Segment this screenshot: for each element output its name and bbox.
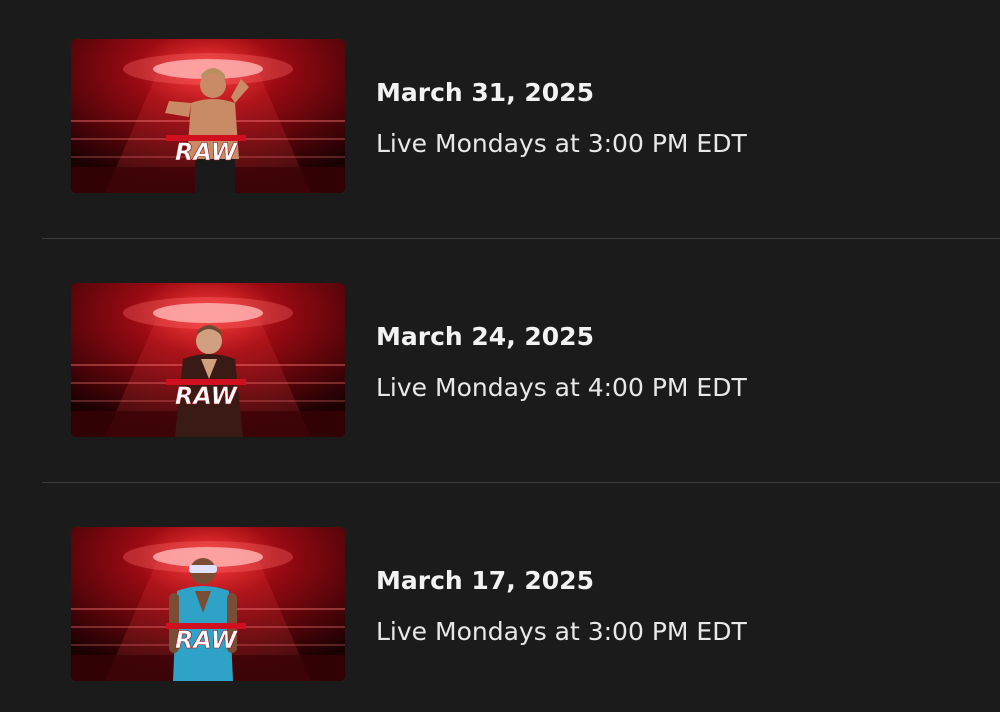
divider bbox=[42, 482, 1000, 483]
episode-date[interactable]: March 17, 2025 bbox=[376, 566, 594, 595]
episode-date[interactable]: March 24, 2025 bbox=[376, 322, 594, 351]
episode-schedule: Live Mondays at 3:00 PM EDT bbox=[376, 617, 747, 646]
raw-poster-image: RAW bbox=[71, 527, 345, 681]
raw-poster-image: RAW bbox=[71, 39, 345, 193]
divider bbox=[42, 238, 1000, 239]
episode-schedule: Live Mondays at 4:00 PM EDT bbox=[376, 373, 747, 402]
episode-item[interactable]: RAW March 31, 2025 Live Mondays at 3:00 … bbox=[0, 0, 1000, 244]
episode-list: RAW March 31, 2025 Live Mondays at 3:00 … bbox=[0, 0, 1000, 712]
raw-logo: RAW bbox=[175, 626, 239, 654]
episode-item[interactable]: RAW March 24, 2025 Live Mondays at 4:00 … bbox=[0, 244, 1000, 488]
raw-logo: RAW bbox=[175, 382, 239, 410]
episode-thumbnail[interactable]: RAW bbox=[71, 39, 345, 193]
raw-poster-image: RAW bbox=[71, 283, 345, 437]
raw-logo: RAW bbox=[175, 138, 239, 166]
episode-thumbnail[interactable]: RAW bbox=[71, 527, 345, 681]
episode-date[interactable]: March 31, 2025 bbox=[376, 78, 594, 107]
episode-thumbnail[interactable]: RAW bbox=[71, 283, 345, 437]
episode-item[interactable]: RAW March 17, 2025 Live Mondays at 3:00 … bbox=[0, 488, 1000, 712]
episode-schedule: Live Mondays at 3:00 PM EDT bbox=[376, 129, 747, 158]
